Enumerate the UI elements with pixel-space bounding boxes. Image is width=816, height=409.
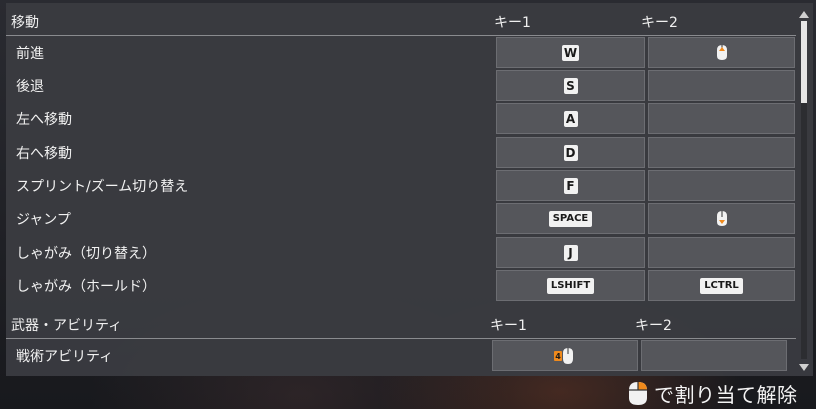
action-label: しゃがみ（切り替え） — [16, 246, 156, 262]
action-label: 前進 — [16, 46, 44, 62]
divider — [6, 35, 796, 36]
section-header-weapons: 武器・アビリティ キー1 キー2 — [6, 308, 796, 339]
action-label: 右へ移動 — [16, 146, 72, 162]
binding-row-move-left: 左へ移動 A — [6, 103, 796, 134]
action-label: 戦術アビリティ — [16, 349, 114, 365]
binding-row-move-right: 右へ移動 D — [6, 137, 796, 168]
binding-row-sprint: スプリント/ズーム切り替え F — [6, 170, 796, 201]
keybind-panel: 移動 キー1 キー2 前進 W 後退 S 左へ移動 A 右へ移動 D スプリント… — [6, 3, 813, 376]
key1-column-header: キー1 — [490, 318, 527, 334]
unbind-label: で割り当て解除 — [654, 382, 798, 407]
key2-slot[interactable] — [641, 340, 787, 371]
badge-number: 4 — [555, 352, 561, 361]
keycap: LCTRL — [700, 277, 743, 294]
key1-slot[interactable]: D — [496, 137, 645, 168]
key1-slot[interactable]: W — [496, 37, 645, 68]
action-label: ジャンプ — [16, 212, 71, 228]
scroll-up-arrow-icon[interactable] — [799, 11, 809, 18]
key2-slot[interactable] — [648, 103, 795, 134]
binding-row-crouch-toggle: しゃがみ（切り替え） J — [6, 237, 796, 268]
key2-slot[interactable] — [648, 137, 795, 168]
key1-slot[interactable]: 4 — [492, 340, 638, 371]
keycap: W — [561, 44, 580, 61]
section-title: 武器・アビリティ — [11, 318, 123, 334]
key2-slot[interactable] — [648, 203, 795, 234]
unbind-hint[interactable]: で割り当て解除 — [626, 378, 798, 408]
scroll-thumb[interactable] — [801, 21, 807, 103]
binding-row-jump: ジャンプ SPACE — [6, 203, 796, 234]
action-label: スプリント/ズーム切り替え — [16, 179, 189, 195]
binding-row-forward: 前進 W — [6, 37, 796, 68]
section-header-movement: 移動 キー1 キー2 — [6, 5, 796, 36]
key1-slot[interactable]: SPACE — [496, 203, 645, 234]
binding-row-backward: 後退 S — [6, 70, 796, 101]
key2-slot[interactable] — [648, 237, 795, 268]
divider — [6, 338, 796, 339]
key2-slot[interactable] — [648, 37, 795, 68]
mouse-button-up-icon — [716, 45, 727, 60]
key2-column-header: キー2 — [635, 318, 672, 334]
scrollbar[interactable] — [798, 11, 810, 371]
key2-slot[interactable]: LCTRL — [648, 270, 795, 301]
key1-slot[interactable]: LSHIFT — [496, 270, 645, 301]
keycap: D — [563, 144, 578, 161]
scroll-down-arrow-icon[interactable] — [799, 364, 809, 371]
key2-slot[interactable] — [648, 70, 795, 101]
key2-slot[interactable] — [648, 170, 795, 201]
key1-slot[interactable]: S — [496, 70, 645, 101]
key1-slot[interactable]: A — [496, 103, 645, 134]
mouse-button-down-icon — [716, 211, 727, 226]
keycap: F — [563, 177, 578, 194]
key2-column-header: キー2 — [641, 15, 678, 31]
keycap: J — [563, 244, 578, 261]
action-label: しゃがみ（ホールド） — [16, 279, 156, 295]
keycap: LSHIFT — [546, 277, 595, 294]
section-title: 移動 — [11, 15, 39, 31]
binding-row-tactical-ability: 戦術アビリティ 4 — [6, 340, 796, 371]
mouse-button-4-icon: 4 — [554, 347, 573, 364]
binding-row-crouch-hold: しゃがみ（ホールド） LSHIFT LCTRL — [6, 270, 796, 301]
key1-slot[interactable]: F — [496, 170, 645, 201]
keycap: A — [563, 110, 578, 127]
keycap: S — [563, 77, 578, 94]
scroll-track[interactable] — [801, 21, 807, 359]
keycap: SPACE — [548, 210, 593, 227]
key1-slot[interactable]: J — [496, 237, 645, 268]
action-label: 後退 — [16, 79, 44, 95]
mouse-right-click-icon — [629, 382, 647, 405]
key1-column-header: キー1 — [494, 15, 531, 31]
action-label: 左へ移動 — [16, 112, 72, 128]
